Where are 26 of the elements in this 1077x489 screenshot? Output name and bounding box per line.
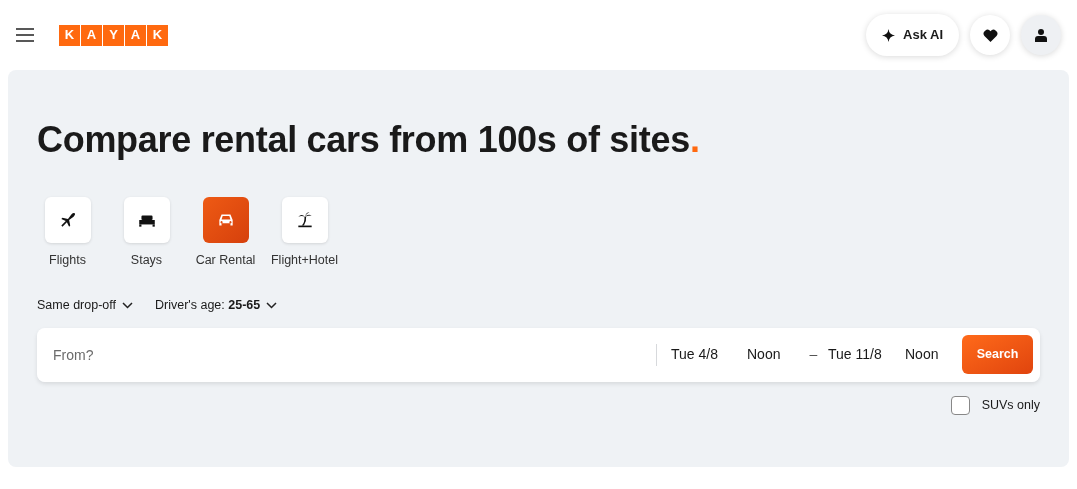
option-dropdown[interactable]: Driver's age: 25-65 (155, 295, 278, 315)
pickup-date[interactable]: Tue 4/8 (671, 344, 747, 365)
dropoff-time[interactable]: Noon (905, 344, 962, 365)
category-label[interactable]: Stays (130, 251, 163, 270)
category-tab[interactable] (44, 197, 91, 243)
dropoff-date[interactable]: Tue 11/8 (828, 344, 905, 365)
chevron-down-icon (122, 301, 133, 309)
ask-ai-button[interactable]: Ask AI (866, 14, 959, 56)
favorites-button[interactable] (970, 15, 1010, 55)
category-label[interactable]: Flights (49, 251, 86, 270)
checkbox[interactable] (950, 395, 970, 415)
pickup-time[interactable]: Noon (747, 344, 799, 365)
option-dropdown[interactable]: Same drop-off (37, 295, 133, 315)
heart-icon (982, 28, 998, 42)
category-label[interactable]: Flight+Hotel (270, 251, 339, 270)
account-button[interactable] (1021, 15, 1061, 55)
category-tab[interactable] (123, 197, 170, 243)
sparkle-icon (882, 28, 895, 42)
chevron-down-icon (266, 301, 278, 309)
person-icon (1034, 28, 1048, 42)
checkbox-label[interactable]: SUVs only (981, 395, 1040, 415)
category-label[interactable]: Car Rental (195, 251, 256, 270)
menu-icon[interactable] (16, 28, 34, 42)
location-field[interactable]: From? (37, 327, 656, 382)
date-separator: – (808, 345, 819, 364)
headline: Compare rental cars from 100s of sites. (37, 118, 701, 162)
